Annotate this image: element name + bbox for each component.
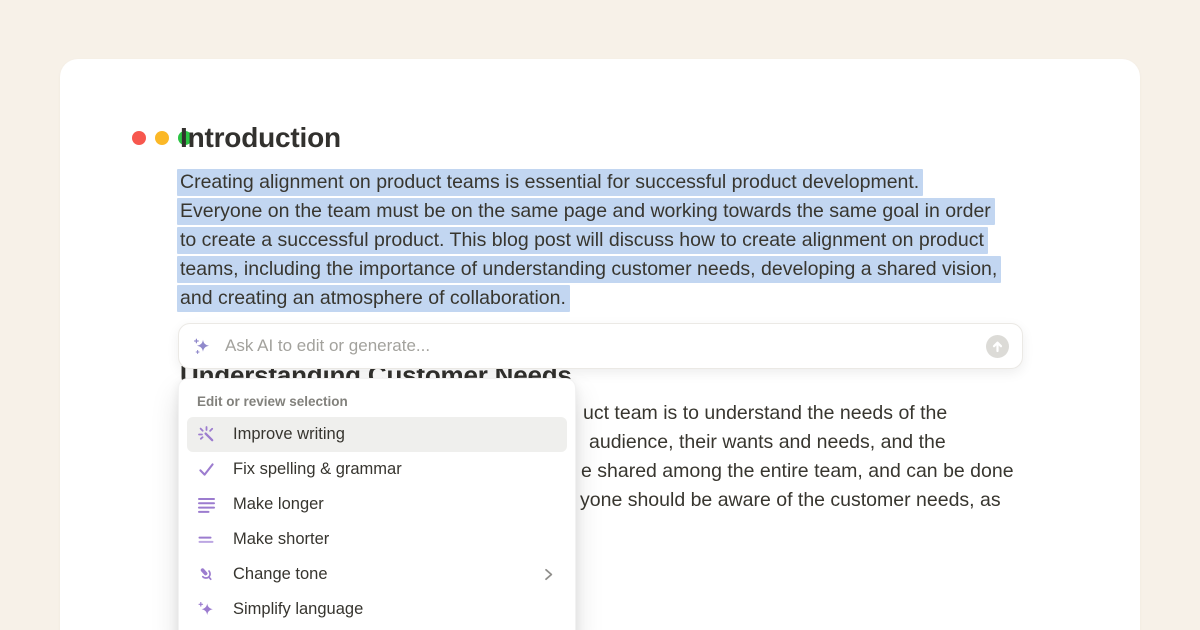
selected-paragraph: Creating alignment on product teams is e… [177, 168, 1047, 313]
text-selection-highlight: to create a successful product. This blo… [177, 227, 988, 254]
make-shorter-lines-icon [197, 530, 216, 549]
menu-item-label: Improve writing [233, 425, 345, 444]
menu-item-make-shorter[interactable]: Make shorter [187, 522, 567, 557]
selected-text-line: Creating alignment on product teams is e… [177, 168, 1047, 197]
menu-item-label: Make longer [233, 495, 324, 514]
obscured-paragraph-line: uct team is to understand the needs of t… [583, 399, 947, 428]
close-window-button[interactable] [132, 131, 146, 145]
ai-sparkle-icon [193, 337, 212, 356]
menu-item-change-tone[interactable]: Change tone [187, 557, 567, 592]
obscured-paragraph-line: e shared among the entire team, and can … [581, 457, 1014, 486]
selected-text-line: teams, including the importance of under… [177, 255, 1047, 284]
ask-ai-input-bar[interactable] [178, 323, 1023, 369]
selected-text-line: and creating an atmosphere of collaborat… [177, 284, 1047, 313]
text-selection-highlight: Creating alignment on product teams is e… [177, 169, 923, 196]
sparkle-icon [197, 600, 216, 619]
obscured-paragraph-line: audience, their wants and needs, and the [589, 428, 946, 457]
menu-item-label: Simplify language [233, 600, 363, 619]
minimize-window-button[interactable] [155, 131, 169, 145]
menu-item-improve-writing[interactable]: Improve writing [187, 417, 567, 452]
checkmark-icon [197, 460, 216, 479]
screenshot-stage: Introduction Creating alignment on produ… [0, 0, 1200, 630]
text-selection-highlight: Everyone on the team must be on the same… [177, 198, 995, 225]
ai-edit-menu: Edit or review selection Improve writing [178, 378, 576, 630]
selected-text-line: Everyone on the team must be on the same… [177, 197, 1047, 226]
selected-text-line: to create a successful product. This blo… [177, 226, 1047, 255]
make-longer-lines-icon [197, 495, 216, 514]
menu-item-label: Fix spelling & grammar [233, 460, 402, 479]
menu-item-label: Make shorter [233, 530, 329, 549]
menu-item-make-longer[interactable]: Make longer [187, 487, 567, 522]
obscured-paragraph-line: yone should be aware of the customer nee… [580, 486, 1001, 515]
menu-section-label: Edit or review selection [197, 391, 557, 413]
text-selection-highlight: and creating an atmosphere of collaborat… [177, 285, 570, 312]
chevron-right-icon [540, 566, 557, 583]
arrow-up-icon [990, 339, 1005, 354]
page-title: Introduction [180, 122, 341, 154]
menu-item-label: Change tone [233, 565, 328, 584]
improve-writing-wand-icon [197, 425, 216, 444]
menu-item-simplify-language[interactable]: Simplify language [187, 592, 567, 627]
submit-prompt-button[interactable] [986, 335, 1009, 358]
text-selection-highlight: teams, including the importance of under… [177, 256, 1001, 283]
menu-item-fix-spelling-grammar[interactable]: Fix spelling & grammar [187, 452, 567, 487]
ask-ai-input[interactable] [223, 335, 986, 357]
microphone-icon [197, 565, 216, 584]
